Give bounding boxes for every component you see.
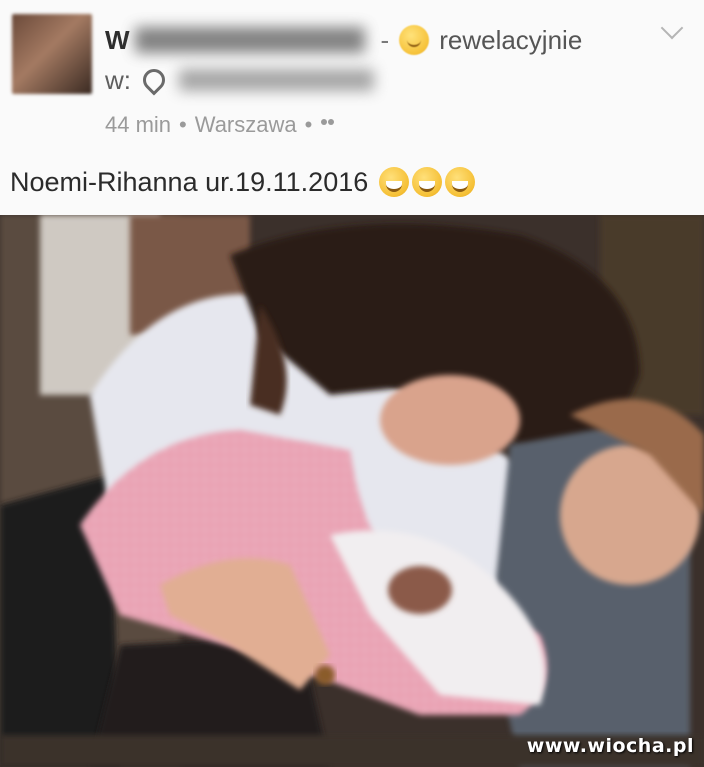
feeling-label: rewelacyjnie <box>439 24 583 55</box>
post-text: Noemi-Rihanna ur.19.11.2016 <box>10 162 476 202</box>
timestamp[interactable]: 44 min <box>105 112 171 138</box>
laughing-emoji-icon <box>445 167 476 197</box>
post-header: W - rewelacyjnie w: 44 min • Warszawa • … <box>0 0 704 215</box>
author-line: W - rewelacyjnie <box>105 22 582 58</box>
meta-dot: • <box>304 112 313 137</box>
author-name-blurred[interactable] <box>134 27 365 53</box>
location-prefix: w: <box>105 64 131 95</box>
post-caption: Noemi-Rihanna ur.19.11.2016 <box>10 166 369 197</box>
separator: - <box>380 24 390 55</box>
post-photo[interactable]: www.wiocha.pl <box>0 215 704 767</box>
location-name-blurred[interactable] <box>179 69 374 91</box>
chevron-down-icon[interactable] <box>660 16 684 40</box>
author-avatar[interactable] <box>12 14 92 94</box>
content-emoji-icon <box>399 25 430 55</box>
city: Warszawa <box>194 112 297 137</box>
photo-illustration <box>0 215 704 767</box>
post-meta: 44 min • Warszawa • <box>105 108 336 142</box>
author-name-initial[interactable]: W <box>105 25 131 56</box>
reaction-emojis <box>376 167 476 197</box>
laughing-emoji-icon <box>379 167 410 197</box>
friends-icon[interactable] <box>320 119 336 131</box>
location-pin-icon <box>138 64 170 96</box>
laughing-emoji-icon <box>412 167 443 197</box>
facebook-post: W - rewelacyjnie w: 44 min • Warszawa • … <box>0 0 704 767</box>
meta-dot: • <box>179 112 187 137</box>
watermark: www.wiocha.pl <box>526 735 694 757</box>
location-line: w: <box>105 62 374 98</box>
